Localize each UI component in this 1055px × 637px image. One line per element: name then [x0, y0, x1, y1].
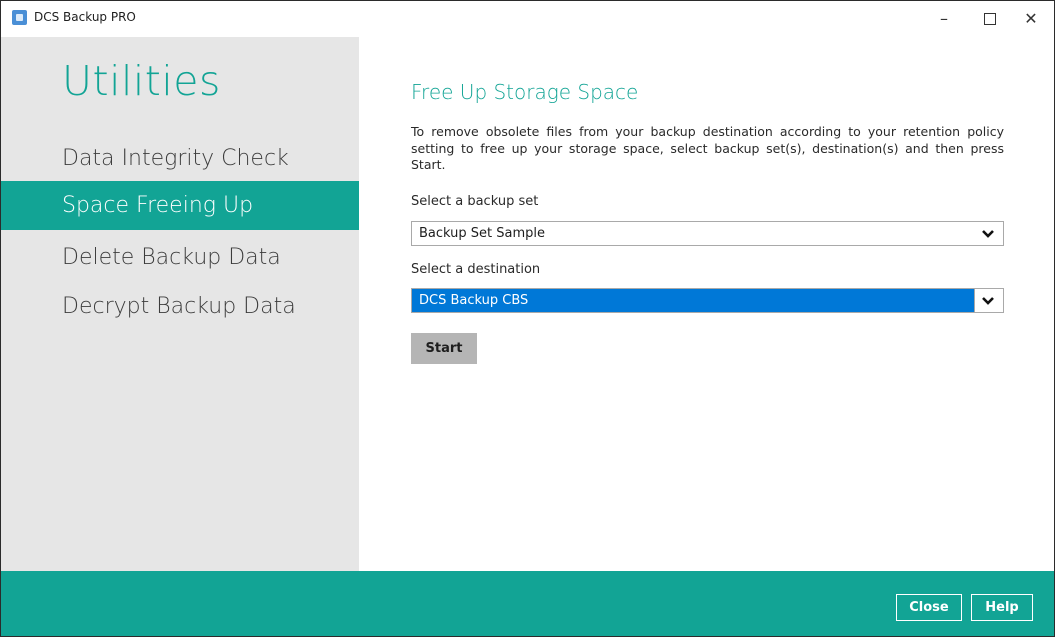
- sidebar: Utilities Data Integrity Check Space Fre…: [1, 37, 359, 571]
- chevron-down-icon: [975, 222, 1003, 245]
- close-icon: ✕: [1024, 9, 1038, 28]
- description-text: To remove obsolete files from your backu…: [411, 124, 1004, 172]
- sidebar-item-delete-backup-data[interactable]: Delete Backup Data: [1, 233, 359, 282]
- main-panel: Free Up Storage Space To remove obsolete…: [359, 37, 1054, 571]
- sidebar-title: Utilities: [62, 57, 221, 105]
- sidebar-item-space-freeing-up[interactable]: Space Freeing Up: [1, 181, 359, 230]
- destination-value: DCS Backup CBS: [419, 293, 529, 308]
- destination-label: Select a destination: [411, 262, 541, 277]
- minimize-icon: –: [940, 9, 948, 28]
- page-title: Free Up Storage Space: [411, 80, 639, 104]
- backup-set-label: Select a backup set: [411, 194, 539, 209]
- app-logo-icon: [12, 10, 27, 25]
- backup-set-dropdown[interactable]: Backup Set Sample: [411, 221, 1004, 246]
- title-bar: DCS Backup PRO – ✕: [1, 1, 1054, 37]
- backup-set-value: Backup Set Sample: [419, 226, 546, 241]
- close-button[interactable]: Close: [896, 594, 962, 621]
- chevron-down-icon: [974, 289, 1003, 312]
- footer-bar: Close Help: [1, 571, 1054, 636]
- sidebar-item-data-integrity-check[interactable]: Data Integrity Check: [1, 134, 359, 183]
- sidebar-item-decrypt-backup-data[interactable]: Decrypt Backup Data: [1, 282, 359, 331]
- close-window-button[interactable]: ✕: [1008, 1, 1054, 37]
- minimize-button[interactable]: –: [921, 1, 967, 37]
- maximize-button[interactable]: [967, 1, 1013, 37]
- help-button[interactable]: Help: [971, 594, 1033, 621]
- start-button[interactable]: Start: [411, 333, 477, 364]
- maximize-icon: [984, 12, 996, 25]
- window-title: DCS Backup PRO: [34, 10, 136, 24]
- app-window: DCS Backup PRO – ✕ Utilities Data Integr…: [0, 0, 1055, 637]
- destination-dropdown[interactable]: DCS Backup CBS: [411, 288, 1004, 313]
